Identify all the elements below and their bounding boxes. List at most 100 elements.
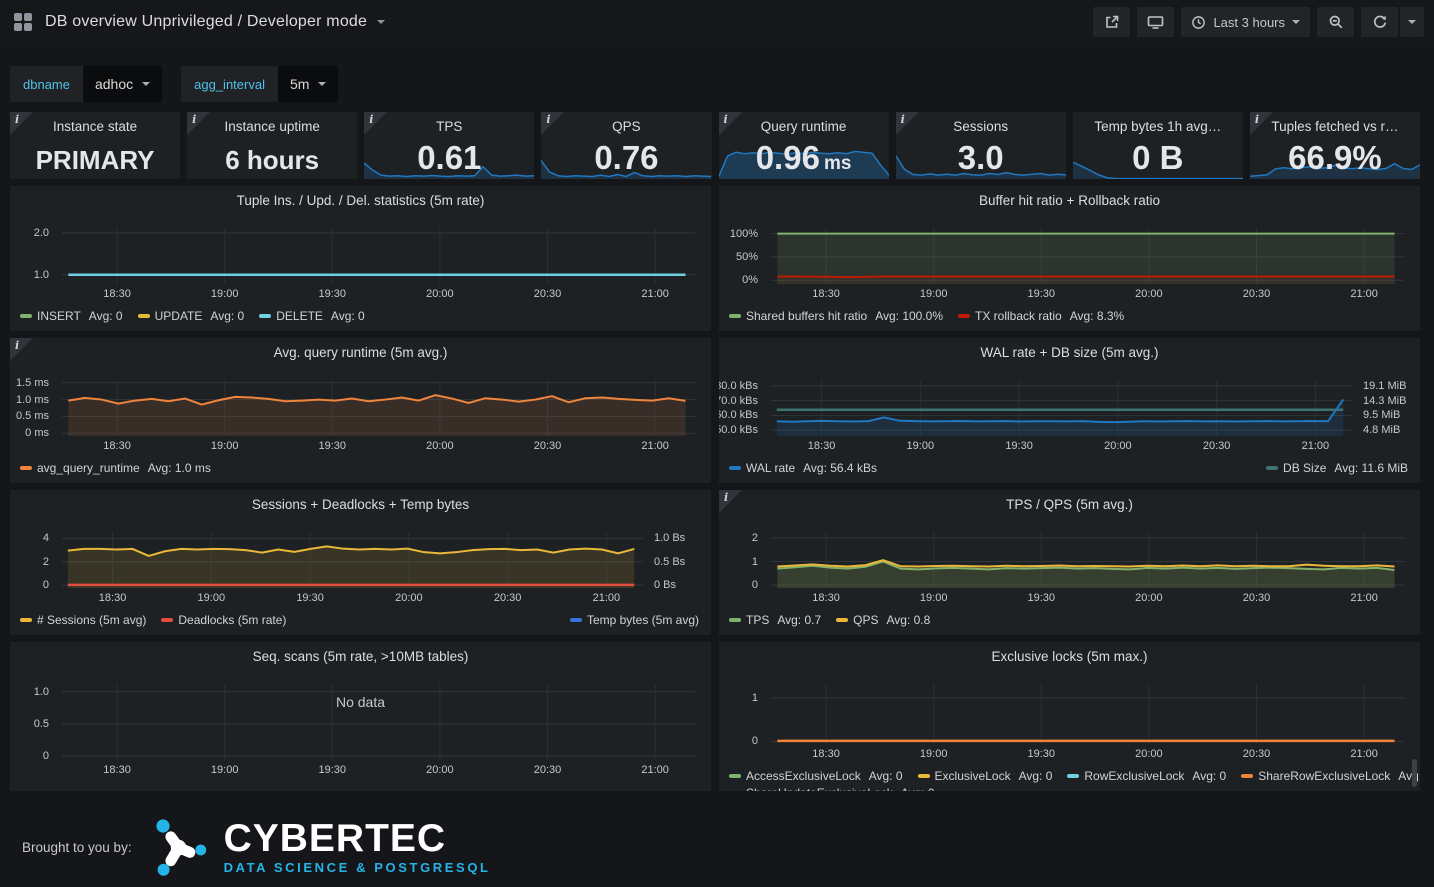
plot-area[interactable] xyxy=(771,684,1404,744)
info-icon[interactable]: i xyxy=(546,113,550,126)
legend-item[interactable]: ExclusiveLockAvg: 0 xyxy=(918,769,1053,783)
info-icon[interactable]: i xyxy=(15,113,19,126)
clock-button[interactable]: Last 3 hours xyxy=(1181,7,1310,37)
chart-panel-title[interactable]: Exclusive locks (5m max.) xyxy=(719,649,1420,664)
variable-dbname[interactable]: dbnameadhoc xyxy=(10,66,162,102)
y-tick-label: 1.5 ms xyxy=(16,377,49,389)
stat-panel-title[interactable]: Temp bytes 1h avg… xyxy=(1073,119,1243,134)
x-tick-label: 20:00 xyxy=(1135,748,1163,760)
legend-item[interactable]: ShareRowExclusiveLockAvg: 0 xyxy=(1241,769,1420,783)
plot-area[interactable] xyxy=(62,380,695,436)
x-tick-label: 20:30 xyxy=(534,764,562,776)
x-tick-label: 21:00 xyxy=(641,764,669,776)
legend-item[interactable]: RowExclusiveLockAvg: 0 xyxy=(1067,769,1226,783)
y-axis-left: 2.01.0 xyxy=(10,228,56,284)
legend-item[interactable]: AccessExclusiveLockAvg: 0 xyxy=(729,769,903,783)
info-icon[interactable]: i xyxy=(15,339,19,352)
plot-area[interactable] xyxy=(62,228,695,284)
stat-panel-title[interactable]: QPS xyxy=(541,119,711,134)
y-tick-label: 9.5 MiB xyxy=(1363,409,1400,421)
legend-item[interactable]: TX rollback ratioAvg: 8.3% xyxy=(958,309,1124,323)
legend-item[interactable]: TPSAvg: 0.7 xyxy=(729,613,821,627)
legend-item[interactable]: QPSAvg: 0.8 xyxy=(836,613,930,627)
stat-value: 6 hours xyxy=(187,147,357,173)
y-tick-label: 100% xyxy=(730,228,758,240)
chart-panel-title[interactable]: Avg. query runtime (5m avg.) xyxy=(10,345,711,360)
chart-panel: iTPS / QPS (5m avg.)21018:3019:0019:3020… xyxy=(719,490,1420,635)
stat-panel-title[interactable]: TPS xyxy=(364,119,534,134)
plot-area[interactable] xyxy=(771,380,1352,436)
legend-item[interactable]: INSERTAvg: 0 xyxy=(20,309,123,323)
y-tick-label: 2 xyxy=(752,532,758,544)
legend-item[interactable]: Deadlocks (5m rate) xyxy=(161,613,286,627)
legend-item[interactable]: Temp bytes (5m avg) xyxy=(570,613,699,627)
caret-down-button[interactable] xyxy=(1400,7,1424,37)
legend-item[interactable]: DB SizeAvg: 11.6 MiB xyxy=(1266,461,1408,475)
legend-item[interactable]: avg_query_runtimeAvg: 1.0 ms xyxy=(20,461,211,475)
x-tick-label: 21:00 xyxy=(641,288,669,300)
legend-swatch-icon xyxy=(729,466,741,470)
variable-value-dropdown[interactable]: adhoc xyxy=(83,66,162,102)
legend-series-avg: Avg: 8.3% xyxy=(1070,309,1124,323)
x-tick-label: 20:00 xyxy=(1135,288,1163,300)
plot-area[interactable] xyxy=(771,532,1404,588)
stat-panel-title[interactable]: Query runtime xyxy=(719,119,889,134)
chart-panel-title[interactable]: Buffer hit ratio + Rollback ratio xyxy=(719,193,1420,208)
legend-item[interactable]: Shared buffers hit ratioAvg: 100.0% xyxy=(729,309,943,323)
stat-panel-title[interactable]: Instance state xyxy=(10,119,180,134)
x-tick-label: 19:30 xyxy=(1028,748,1056,760)
grafana-apps-icon[interactable] xyxy=(14,13,32,31)
legend-series-avg: Avg: 0 xyxy=(901,786,935,791)
stat-panel-title[interactable]: Instance uptime xyxy=(187,119,357,134)
x-axis: 18:3019:0019:3020:0020:3021:00 xyxy=(771,440,1352,454)
x-tick-label: 21:00 xyxy=(1350,288,1378,300)
legend-series-name: DELETE xyxy=(276,309,323,323)
chart-panel-title[interactable]: Sessions + Deadlocks + Temp bytes xyxy=(10,497,711,512)
tv-button[interactable] xyxy=(1137,7,1174,37)
chart-panel-title[interactable]: WAL rate + DB size (5m avg.) xyxy=(719,345,1420,360)
legend-item[interactable]: # Sessions (5m avg) xyxy=(20,613,146,627)
x-tick-label: 21:00 xyxy=(1302,440,1330,452)
stat-panel-title[interactable]: Tuples fetched vs r… xyxy=(1250,119,1420,134)
info-icon[interactable]: i xyxy=(724,491,728,504)
chart-panel-title[interactable]: TPS / QPS (5m avg.) xyxy=(719,497,1420,512)
variable-agg_interval[interactable]: agg_interval5m xyxy=(181,66,338,102)
refresh-button[interactable] xyxy=(1361,7,1398,37)
legend-item[interactable]: DELETEAvg: 0 xyxy=(259,309,365,323)
chart-panel-title[interactable]: Tuple Ins. / Upd. / Del. statistics (5m … xyxy=(10,193,711,208)
legend-scrollbar[interactable] xyxy=(1412,759,1417,787)
stat-value: 0.61 xyxy=(364,141,534,174)
legend-swatch-icon xyxy=(729,774,741,778)
info-icon[interactable]: i xyxy=(724,113,728,126)
info-icon[interactable]: i xyxy=(369,113,373,126)
y-axis-left: 100%50%0% xyxy=(719,228,765,284)
info-corner xyxy=(10,338,33,361)
legend-series-name: QPS xyxy=(853,613,878,627)
stat-panel: iTuples fetched vs r…66.9% xyxy=(1250,112,1420,179)
legend-item[interactable]: ShareUpdateExclusiveLock Avg: 0 xyxy=(729,786,935,791)
plot-area[interactable] xyxy=(771,228,1404,284)
stat-panel: iInstance statePRIMARY xyxy=(10,112,180,179)
legend: INSERTAvg: 0 UPDATEAvg: 0 DELETEAvg: 0 xyxy=(20,309,365,323)
legend-item[interactable]: WAL rateAvg: 56.4 kBs xyxy=(729,461,877,475)
x-tick-label: 19:00 xyxy=(920,592,948,604)
title-caret-icon[interactable] xyxy=(377,20,385,24)
variable-value-dropdown[interactable]: 5m xyxy=(278,66,338,102)
stat-value: 0.76 xyxy=(541,141,711,174)
info-icon[interactable]: i xyxy=(1255,113,1259,126)
info-icon[interactable]: i xyxy=(901,113,905,126)
stat-panel-title[interactable]: Sessions xyxy=(896,119,1066,134)
x-tick-label: 18:30 xyxy=(103,288,131,300)
dashboard-title[interactable]: DB overview Unprivileged / Developer mod… xyxy=(45,13,367,31)
legend-item[interactable]: UPDATEAvg: 0 xyxy=(138,309,245,323)
share-button[interactable] xyxy=(1093,7,1130,37)
info-corner xyxy=(719,490,742,513)
x-tick-label: 20:30 xyxy=(534,288,562,300)
plot-area[interactable] xyxy=(62,532,643,588)
legend-series-name: INSERT xyxy=(37,309,81,323)
chart-panel-title[interactable]: Seq. scans (5m rate, >10MB tables) xyxy=(10,649,711,664)
stat-panel: Temp bytes 1h avg…0 B xyxy=(1073,112,1243,179)
zoom-out-button[interactable] xyxy=(1317,7,1354,37)
info-icon[interactable]: i xyxy=(192,113,196,126)
legend-series-name: ShareUpdateExclusiveLock xyxy=(746,786,893,791)
